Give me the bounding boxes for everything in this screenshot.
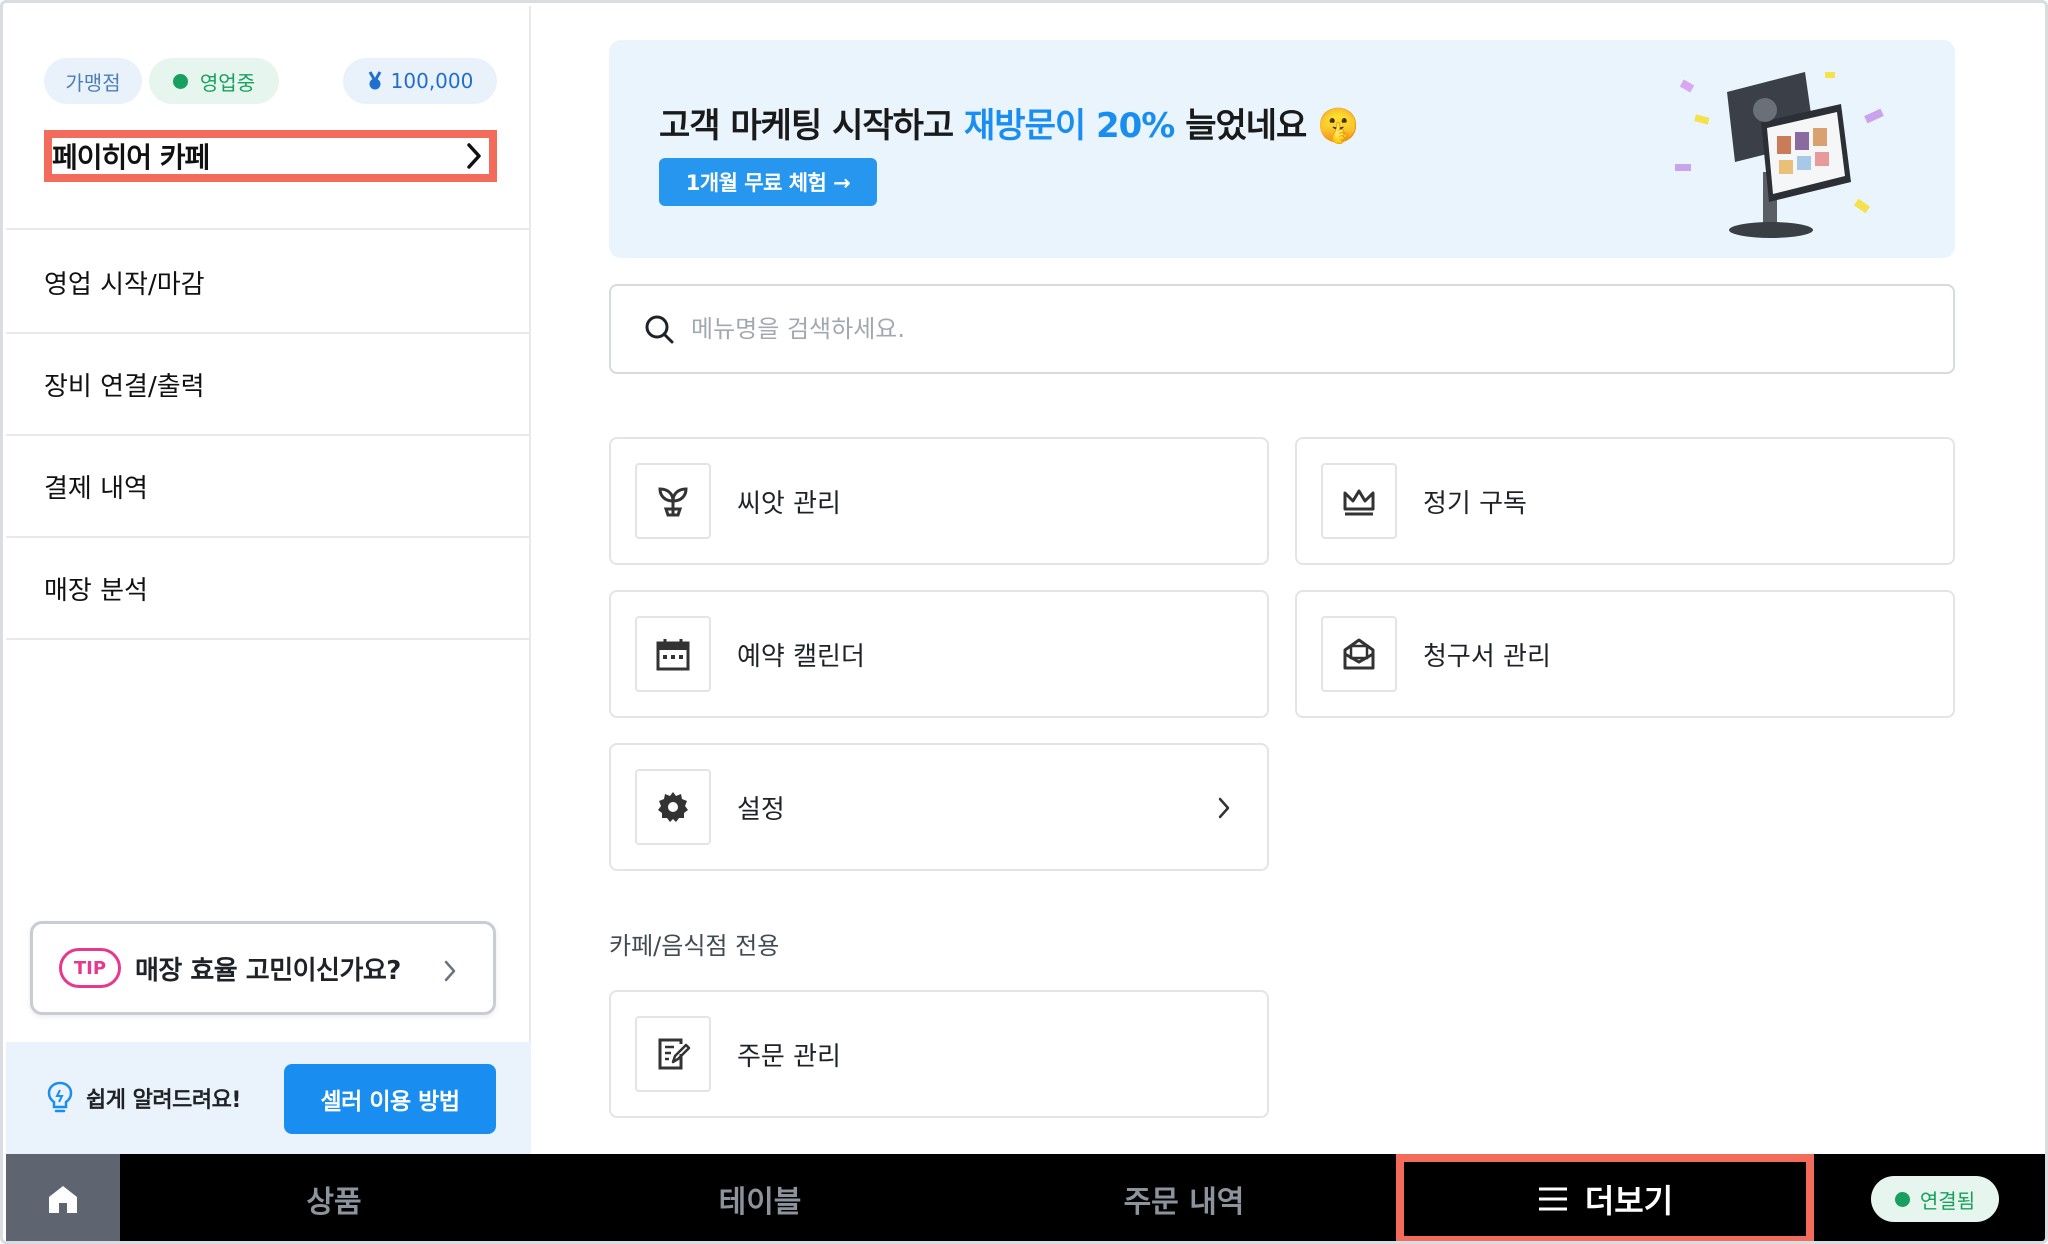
connection-dot-icon: [1894, 1191, 1910, 1207]
banner-emoji: 🤫: [1317, 106, 1359, 146]
sprout-icon: [635, 463, 711, 539]
main-content: 고객 마케팅 시작하고 재방문이 20% 늘었네요 🤫 1개월 무료 체험 →: [533, 6, 2045, 1154]
calendar-icon: [635, 616, 711, 692]
tab-label: 주문 내역: [1123, 1185, 1245, 1220]
sidebar: 가맹점 영업중 100,000 페이히어 카페 영업 시작/마감 장비 연결/출…: [6, 6, 531, 1154]
seller-guide-button[interactable]: 셀러 이용 방법: [284, 1064, 496, 1134]
medal-icon: [368, 71, 381, 90]
gear-icon: [635, 769, 711, 845]
menu-invoice-management[interactable]: 청구서 관리: [1295, 590, 1955, 718]
menu-label: 씨앗 관리: [737, 488, 841, 519]
tab-table[interactable]: 테이블: [548, 1154, 972, 1241]
sidebar-item-label: 장비 연결/출력: [44, 371, 205, 402]
app-frame: 가맹점 영업중 100,000 페이히어 카페 영업 시작/마감 장비 연결/출…: [0, 0, 2048, 1244]
status-badge: 영업중: [149, 58, 279, 104]
sidebar-item-devices[interactable]: 장비 연결/출력: [6, 334, 531, 436]
menu-label: 예약 캘린더: [737, 641, 865, 672]
points-badge[interactable]: 100,000: [343, 58, 497, 104]
status-dot-icon: [172, 73, 188, 89]
status-label: 영업중: [199, 70, 256, 95]
connection-label: 연결됨: [1919, 1188, 1976, 1213]
sidebar-item-payments[interactable]: 결제 내역: [6, 436, 531, 538]
banner-title-suffix: 늘었네요: [1174, 106, 1307, 146]
menu-subscription[interactable]: 정기 구독: [1295, 437, 1955, 565]
invoice-envelope-icon: [1321, 616, 1397, 692]
help-text: 쉽게 알려드려요!: [86, 1088, 241, 1113]
points-value: 100,000: [390, 69, 474, 93]
menu-seed-management[interactable]: 씨앗 관리: [609, 437, 1269, 565]
tip-card[interactable]: TIP 매장 효율 고민이신가요?: [30, 921, 496, 1015]
tab-products[interactable]: 상품: [120, 1154, 548, 1241]
menu-label: 정기 구독: [1423, 488, 1527, 519]
store-name-button[interactable]: 페이히어 카페: [44, 130, 497, 182]
help-area: 쉽게 알려드려요! 셀러 이용 방법: [6, 1042, 531, 1154]
menu-reservation-calendar[interactable]: 예약 캘린더: [609, 590, 1269, 718]
tip-text: 매장 효율 고민이신가요?: [135, 955, 401, 986]
chevron-right-icon: [467, 143, 481, 169]
tab-more[interactable]: 더보기: [1396, 1154, 1814, 1241]
hamburger-menu-icon: [1538, 1187, 1567, 1211]
menu-label: 주문 관리: [737, 1041, 841, 1072]
sidebar-item-open-close[interactable]: 영업 시작/마감: [6, 232, 531, 334]
banner-title-highlight: 재방문이 20%: [964, 106, 1175, 146]
store-type-label: 가맹점: [65, 70, 121, 95]
store-type-badge: 가맹점: [44, 58, 142, 104]
menu-search[interactable]: [609, 284, 1955, 374]
sidebar-item-analytics[interactable]: 매장 분석: [6, 538, 531, 640]
chevron-right-icon: [444, 960, 456, 982]
search-input[interactable]: [691, 315, 1891, 343]
tab-label: 상품: [306, 1185, 362, 1220]
store-name: 페이히어 카페: [52, 141, 210, 174]
menu-label: 청구서 관리: [1423, 641, 1551, 672]
store-header: 가맹점 영업중 100,000 페이히어 카페: [6, 6, 531, 230]
bottom-nav: 상품 테이블 주문 내역 더보기 연결됨: [6, 1154, 2045, 1241]
order-edit-icon: [635, 1016, 711, 1092]
home-icon: [49, 1186, 77, 1213]
chevron-right-icon: [1218, 797, 1230, 819]
sidebar-item-label: 매장 분석: [44, 575, 148, 606]
sidebar-item-label: 결제 내역: [44, 473, 148, 504]
lightbulb-icon: [47, 1081, 73, 1113]
menu-order-management[interactable]: 주문 관리: [609, 990, 1269, 1118]
banner-title: 고객 마케팅 시작하고 재방문이 20% 늘었네요 🤫: [659, 98, 1360, 147]
search-icon: [645, 315, 674, 344]
tab-label: 테이블: [718, 1185, 802, 1220]
section-title-cafe: 카페/음식점 전용: [609, 932, 780, 960]
free-trial-button[interactable]: 1개월 무료 체험 →: [659, 158, 877, 206]
tab-order-history[interactable]: 주문 내역: [972, 1154, 1396, 1241]
sidebar-item-label: 영업 시작/마감: [44, 269, 205, 300]
marketing-banner[interactable]: 고객 마케팅 시작하고 재방문이 20% 늘었네요 🤫 1개월 무료 체험 →: [609, 40, 1955, 258]
tip-badge: TIP: [59, 948, 121, 988]
menu-label: 설정: [737, 794, 785, 825]
menu-settings[interactable]: 설정: [609, 743, 1269, 871]
crown-icon: [1321, 463, 1397, 539]
pos-terminal-illustration: [1675, 72, 1884, 238]
connection-status-badge: 연결됨: [1871, 1176, 1999, 1222]
banner-title-prefix: 고객 마케팅 시작하고: [659, 106, 965, 146]
home-button[interactable]: [6, 1154, 120, 1241]
tab-label: 더보기: [1584, 1182, 1674, 1220]
